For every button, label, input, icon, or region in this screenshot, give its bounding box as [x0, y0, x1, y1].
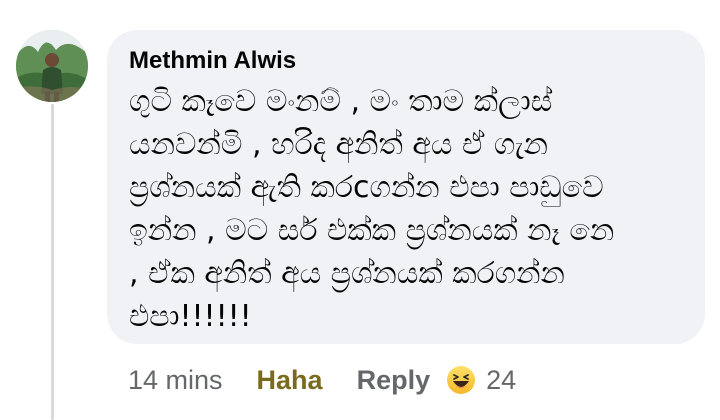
comment-author[interactable]: Methmin Alwis: [129, 46, 681, 76]
comment-thread: Methmin Alwis ගුටි කෑවෙ මංනම් , මං තාම ක…: [0, 0, 720, 420]
avatar[interactable]: [16, 30, 88, 102]
comment-actions: 14 mins Haha Reply 24: [128, 362, 516, 398]
reply-button[interactable]: Reply: [357, 365, 431, 396]
thread-line: [51, 104, 54, 420]
comment-text: ගුටි කෑවෙ මංනම් , මං තාම ක්ලාස් යනවන්මි …: [129, 84, 615, 334]
comment-bubble: Methmin Alwis ගුටි කෑවෙ මංනම් , මං තාම ක…: [107, 30, 705, 344]
reaction-button[interactable]: Haha: [257, 365, 323, 396]
profile-photo-icon: [16, 30, 88, 102]
haha-emoji-icon[interactable]: [446, 365, 476, 395]
reaction-count: 24: [486, 364, 517, 395]
comment-timestamp[interactable]: 14 mins: [128, 365, 223, 396]
